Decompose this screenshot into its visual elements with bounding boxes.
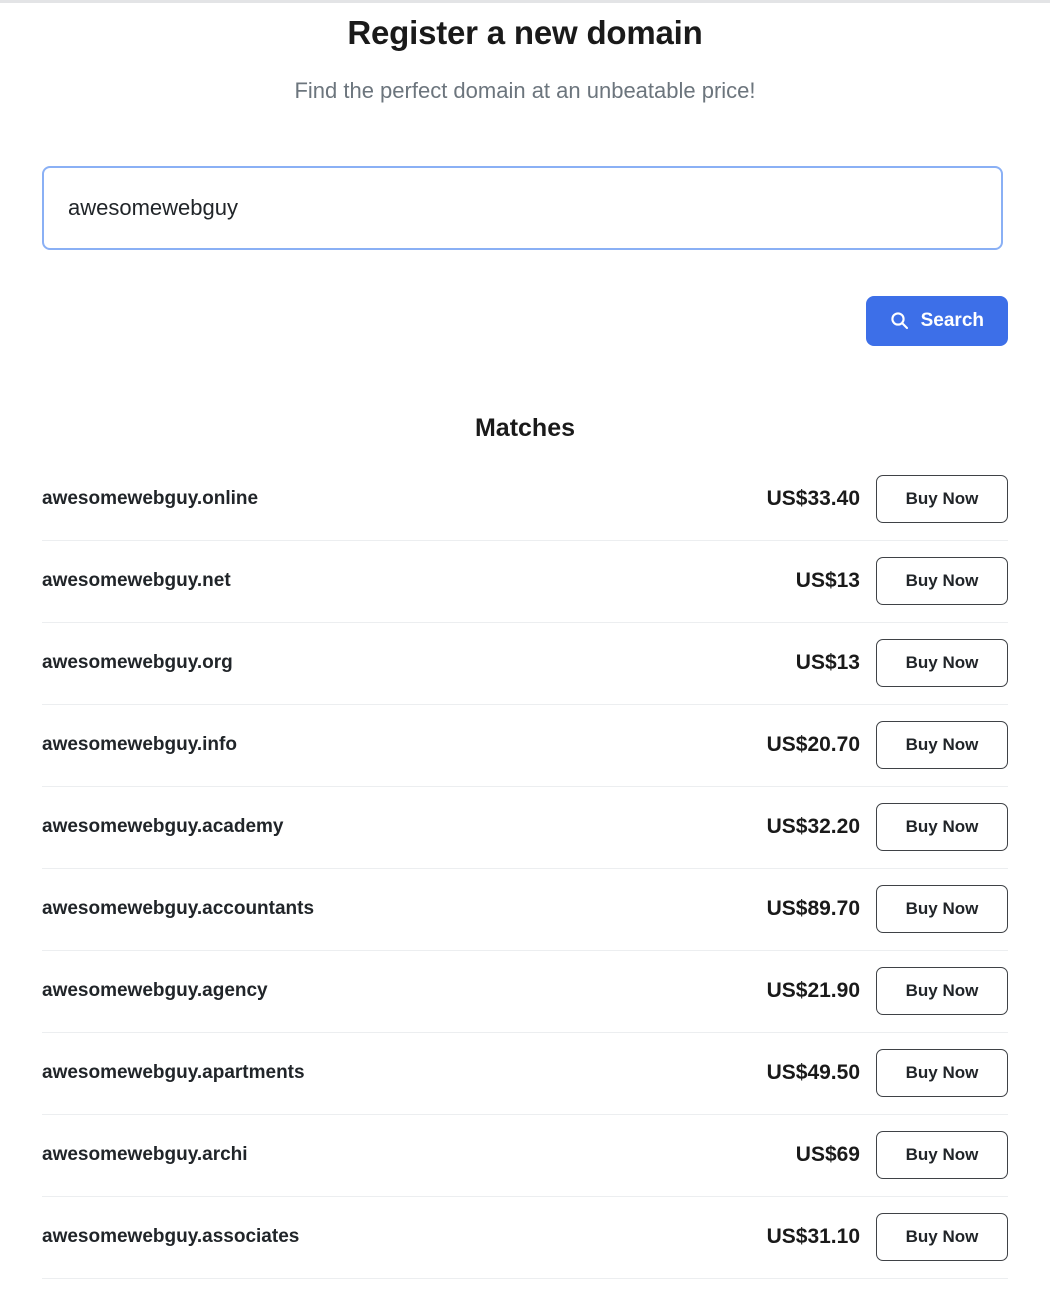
table-row: awesomewebguy.net US$13 Buy Now <box>42 541 1008 623</box>
search-button-row: Search <box>42 250 1008 346</box>
buy-now-button[interactable]: Buy Now <box>876 721 1008 770</box>
table-row: awesomewebguy.online US$33.40 Buy Now <box>42 459 1008 541</box>
page-title: Register a new domain <box>347 14 703 51</box>
table-row: awesomewebguy.info US$20.70 Buy Now <box>42 705 1008 787</box>
table-row: awesomewebguy.accountants US$89.70 Buy Now <box>42 869 1008 951</box>
domain-price: US$32.20 <box>766 815 860 839</box>
domain-price: US$20.70 <box>766 733 860 757</box>
search-area: Search <box>42 106 1008 346</box>
register-domain-page: Register a new domain Find the perfect d… <box>0 0 1050 1279</box>
domain-price: US$21.90 <box>766 979 860 1003</box>
buy-now-button[interactable]: Buy Now <box>876 1049 1008 1098</box>
domain-name: awesomewebguy.accountants <box>42 898 315 920</box>
table-row: awesomewebguy.apartments US$49.50 Buy Now <box>42 1033 1008 1115</box>
buy-now-button[interactable]: Buy Now <box>876 639 1008 688</box>
table-row: awesomewebguy.archi US$69 Buy Now <box>42 1115 1008 1197</box>
table-row: awesomewebguy.associates US$31.10 Buy Now <box>42 1197 1008 1279</box>
domain-price: US$49.50 <box>766 1061 860 1085</box>
buy-now-button[interactable]: Buy Now <box>876 557 1008 606</box>
domain-name: awesomewebguy.apartments <box>42 1062 305 1084</box>
buy-now-button[interactable]: Buy Now <box>876 803 1008 852</box>
search-icon <box>890 311 909 330</box>
table-row: awesomewebguy.agency US$21.90 Buy Now <box>42 951 1008 1033</box>
domain-name: awesomewebguy.org <box>42 652 233 674</box>
domain-name: awesomewebguy.archi <box>42 1144 248 1166</box>
search-button[interactable]: Search <box>865 295 1008 346</box>
domain-name: awesomewebguy.net <box>42 570 231 592</box>
table-row: awesomewebguy.academy US$32.20 Buy Now <box>42 787 1008 869</box>
table-row: awesomewebguy.org US$13 Buy Now <box>42 623 1008 705</box>
domain-name: awesomewebguy.academy <box>42 816 284 838</box>
domain-price: US$33.40 <box>766 487 860 511</box>
buy-now-button[interactable]: Buy Now <box>876 475 1008 524</box>
buy-now-button[interactable]: Buy Now <box>876 1213 1008 1262</box>
domain-name: awesomewebguy.agency <box>42 980 268 1002</box>
page-subtitle: Find the perfect domain at an unbeatable… <box>294 78 756 104</box>
buy-now-button[interactable]: Buy Now <box>876 1131 1008 1180</box>
buy-now-button[interactable]: Buy Now <box>876 885 1008 934</box>
domain-name: awesomewebguy.associates <box>42 1226 300 1248</box>
domain-price: US$31.10 <box>766 1225 860 1249</box>
buy-now-button[interactable]: Buy Now <box>876 967 1008 1016</box>
domain-price: US$89.70 <box>766 897 860 921</box>
results-heading: Matches <box>474 413 576 442</box>
domain-results-list: awesomewebguy.online US$33.40 Buy Now aweso… <box>42 443 1008 1279</box>
domain-search-input[interactable] <box>42 165 1003 250</box>
domain-price: US$13 <box>795 569 860 593</box>
domain-name: awesomewebguy.online <box>42 488 259 510</box>
domain-name: awesomewebguy.info <box>42 734 237 756</box>
domain-price: US$13 <box>795 651 860 675</box>
results-section: Matches awesomewebguy.online US$33.40 Buy … <box>42 346 1008 1279</box>
search-button-label: Search <box>920 309 984 331</box>
domain-price: US$69 <box>795 1143 860 1167</box>
